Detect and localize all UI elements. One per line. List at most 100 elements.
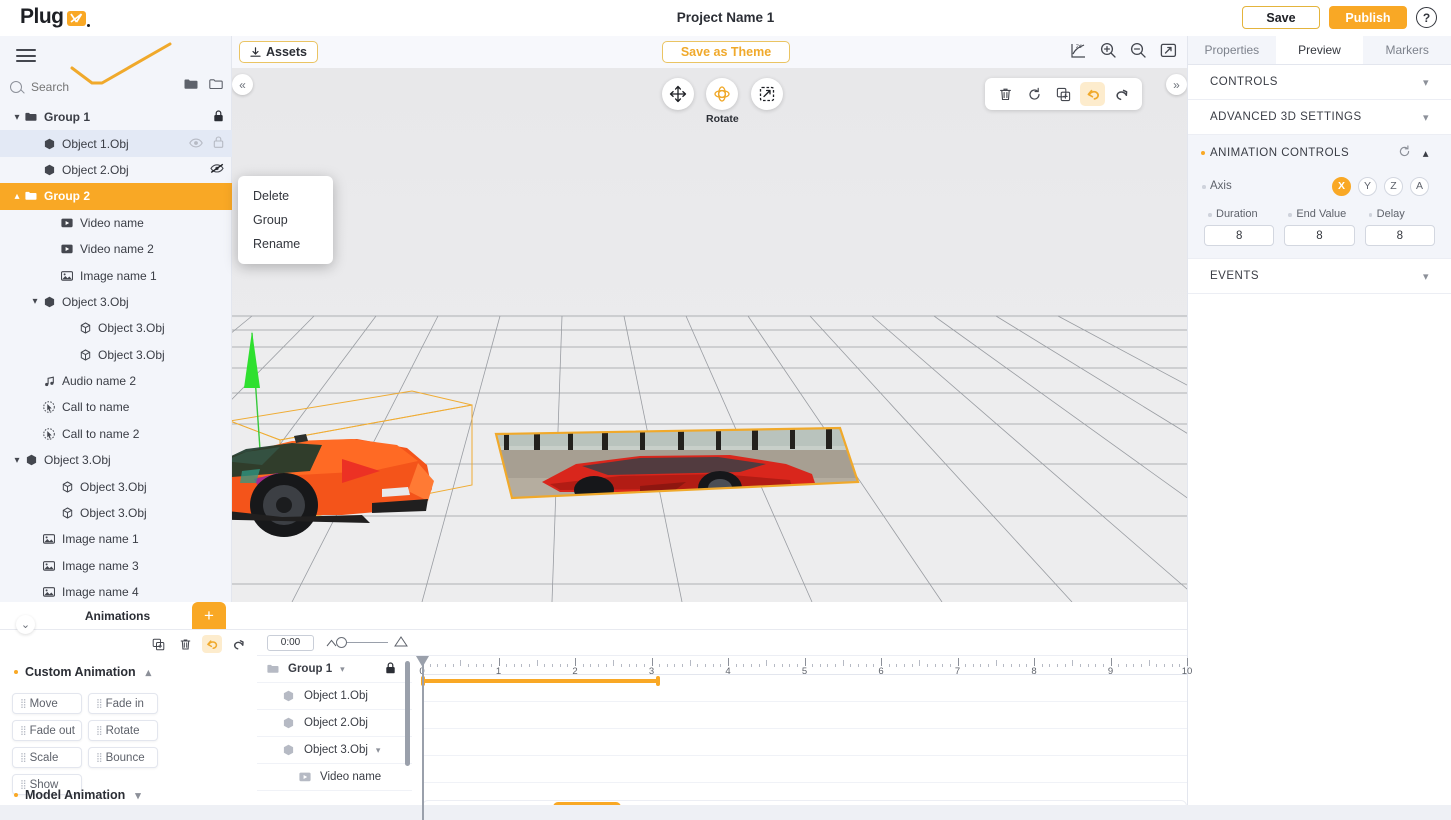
undo-animation-icon[interactable] [202, 635, 222, 653]
reset-icon[interactable] [1022, 82, 1047, 106]
section-controls[interactable]: CONTROLS ▾ [1188, 65, 1451, 100]
timeline-lane[interactable] [422, 756, 1187, 783]
assets-button[interactable]: Assets [239, 41, 318, 63]
axis-button-a[interactable]: A [1410, 176, 1429, 196]
field-input[interactable] [1204, 225, 1275, 246]
add-animation-button[interactable]: + [192, 602, 226, 629]
move-tool-icon[interactable] [662, 78, 694, 110]
timeline-track-row[interactable]: Object 2.Obj [257, 710, 412, 737]
layer-row[interactable]: ▾ Group 1 [0, 104, 232, 130]
rotate-tool-icon[interactable] [706, 78, 739, 110]
context-menu-item-delete[interactable]: Delete [238, 184, 333, 208]
chevron-down-icon[interactable]: ▾ [10, 112, 24, 123]
timeline-playhead[interactable] [416, 656, 429, 820]
layer-row[interactable]: Call to name 2 [0, 421, 232, 447]
duplicate-icon[interactable] [1051, 82, 1076, 106]
sidebar-collapse-icon[interactable]: « [232, 74, 253, 95]
tab-preview[interactable]: Preview [1275, 36, 1364, 64]
layer-row[interactable]: Object 3.Obj [0, 315, 232, 341]
menu-icon[interactable] [16, 49, 36, 66]
lock-icon[interactable] [213, 110, 224, 125]
field-input[interactable] [1284, 225, 1355, 246]
zoom-slider-track[interactable] [336, 636, 388, 648]
layer-row[interactable]: Call to name [0, 394, 232, 420]
animation-chip-bounce[interactable]: ⣿ Bounce [88, 747, 158, 768]
timeline-track-row[interactable]: Group 1 ▾ [257, 656, 412, 683]
drag-handle-icon[interactable]: ⣿ [96, 752, 103, 763]
collapse-panel-icon[interactable]: ⌄ [16, 615, 35, 634]
axis-button-z[interactable]: Z [1384, 176, 1403, 196]
graph-2d-icon[interactable]: 2d [1070, 42, 1087, 62]
zoom-in-icon[interactable] [1100, 42, 1117, 62]
layer-row[interactable]: Object 3.Obj [0, 342, 232, 368]
eye-icon[interactable] [189, 137, 203, 151]
save-button[interactable]: Save [1242, 6, 1320, 29]
zoom-out-icon[interactable] [1130, 42, 1147, 62]
chevron-down-icon[interactable]: ▾ [376, 745, 381, 756]
publish-button[interactable]: Publish [1329, 6, 1407, 29]
delete-icon[interactable] [993, 82, 1018, 106]
tab-animations[interactable]: Animations [54, 602, 181, 629]
chevron-down-icon[interactable]: ▾ [340, 664, 345, 675]
new-folder-filled-icon[interactable] [184, 78, 198, 93]
animation-chip-fade-out[interactable]: ⣿ Fade out [12, 720, 82, 741]
layer-row[interactable]: Video name 2 [0, 236, 232, 262]
reset-animation-icon[interactable] [1398, 144, 1411, 161]
layer-row[interactable]: ▴ Group 2 [0, 183, 232, 210]
redo-animation-icon[interactable] [229, 635, 249, 653]
chevron-down-icon[interactable]: ▾ [28, 296, 42, 307]
eye-off-icon[interactable] [210, 163, 224, 177]
search-input[interactable] [31, 80, 141, 94]
layer-row[interactable]: Image name 3 [0, 553, 232, 579]
unlock-icon[interactable] [213, 136, 224, 151]
context-menu-item-rename[interactable]: Rename [238, 232, 333, 256]
open-folder-icon[interactable] [209, 78, 223, 93]
animation-chip-move[interactable]: ⣿ Move [12, 693, 82, 714]
save-as-theme-button[interactable]: Save as Theme [662, 41, 790, 63]
image-plane-selected[interactable]: Plug [490, 420, 870, 530]
layer-row[interactable]: Video name [0, 210, 232, 236]
timeline-track-row[interactable]: Video name [257, 764, 412, 791]
drag-handle-icon[interactable]: ⣿ [20, 752, 27, 763]
timeline-ruler[interactable]: 012345678910 [419, 656, 1192, 677]
drag-handle-icon[interactable]: ⣿ [20, 725, 27, 736]
layer-row[interactable]: ▾ Object 3.Obj [0, 447, 232, 473]
drag-handle-icon[interactable]: ⣿ [96, 698, 103, 709]
layer-row[interactable]: Object 3.Obj [0, 473, 232, 499]
viewport-3d[interactable]: Plug « » Rotate [232, 68, 1187, 602]
drag-handle-icon[interactable]: ⣿ [96, 725, 103, 736]
undo-icon[interactable] [1080, 82, 1105, 106]
section-events[interactable]: EVENTS ▾ [1188, 259, 1451, 294]
layer-row[interactable]: Image name 1 [0, 262, 232, 288]
lock-icon[interactable] [385, 661, 396, 677]
custom-animation-header[interactable]: Custom Animation ▴ [0, 659, 257, 685]
help-icon[interactable]: ? [1416, 7, 1437, 28]
timeline-lane[interactable] [422, 729, 1187, 756]
chevron-down-icon[interactable]: ▾ [10, 455, 24, 466]
animation-chip-fade-in[interactable]: ⣿ Fade in [88, 693, 158, 714]
timeline-range-bar[interactable] [421, 676, 661, 686]
zoom-slider-knob[interactable] [336, 636, 347, 648]
layer-row[interactable]: Object 3.Obj [0, 500, 232, 526]
chevron-up-icon[interactable]: ▴ [146, 666, 152, 679]
timeline-track-row[interactable]: Object 3.Obj ▾ [257, 737, 412, 764]
chevron-up-icon[interactable]: ▴ [1423, 146, 1429, 160]
layer-row[interactable]: Audio name 2 [0, 368, 232, 394]
animation-chip-rotate[interactable]: ⣿ Rotate [88, 720, 158, 741]
fullscreen-icon[interactable] [1160, 42, 1177, 62]
chevron-down-icon[interactable]: ▾ [135, 789, 141, 802]
panel-expand-icon[interactable]: » [1166, 74, 1187, 95]
context-menu-item-group[interactable]: Group [238, 208, 333, 232]
layer-row[interactable]: ▾ Object 3.Obj [0, 289, 232, 315]
layer-row[interactable]: Object 2.Obj [0, 157, 232, 183]
duplicate-animation-icon[interactable] [148, 635, 168, 653]
drag-handle-icon[interactable]: ⣿ [20, 698, 27, 709]
axis-button-x[interactable]: X [1332, 176, 1351, 196]
current-time-display[interactable]: 0:00 [267, 634, 314, 651]
field-input[interactable] [1364, 225, 1435, 246]
scale-tool-icon[interactable] [750, 78, 783, 110]
delete-animation-icon[interactable] [175, 635, 195, 653]
tab-markers[interactable]: Markers [1363, 36, 1451, 64]
timeline-lane[interactable] [422, 702, 1187, 729]
chevron-up-icon[interactable]: ▴ [10, 191, 24, 202]
